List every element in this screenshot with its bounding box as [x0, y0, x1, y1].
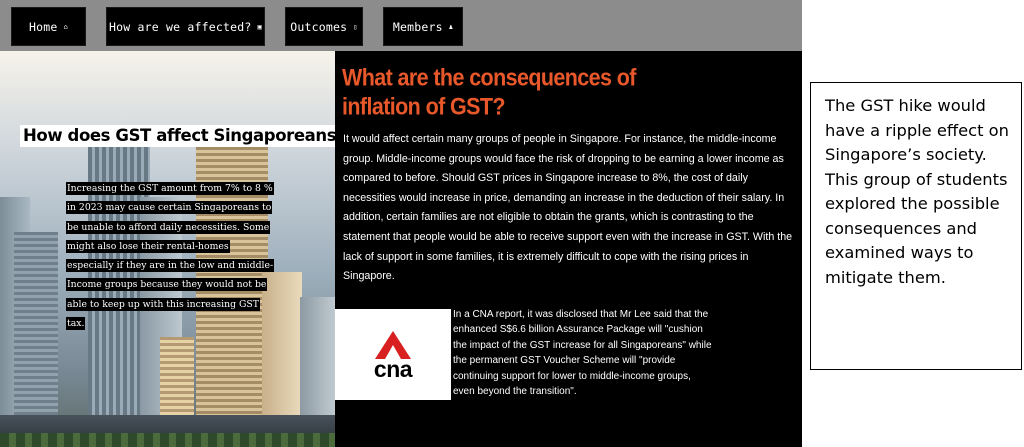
- page-title: What are the consequences of inflation o…: [342, 64, 636, 121]
- hero-text: Increasing the GST amount from 7% to 8 %…: [66, 179, 276, 333]
- callout-box: The GST hike would have a ripple effect …: [810, 82, 1022, 370]
- nav-home-label: Home: [29, 19, 58, 34]
- main-paragraph: It would affect certain many groups of p…: [343, 133, 793, 283]
- document-icon: ▯: [353, 22, 358, 31]
- nav-outcomes-button[interactable]: Outcomes ▯: [285, 7, 363, 46]
- home-icon: ⌂: [63, 22, 68, 31]
- main-content: What are the consequences of inflation o…: [335, 51, 802, 447]
- nav-members-label: Members: [392, 19, 443, 34]
- hero-heading: How does GST affect Singaporeans ?: [20, 125, 335, 147]
- cna-paragraph: In a CNA report, it was disclosed that M…: [453, 309, 712, 398]
- hero-background-image: How does GST affect Singaporeans ? Incre…: [0, 51, 335, 447]
- cna-triangle-icon: [375, 330, 411, 359]
- nav-how-affected-button[interactable]: How are we affected? ▣: [106, 7, 265, 46]
- document-icon: ▣: [257, 22, 262, 31]
- nav-how-affected-label: How are we affected?: [109, 19, 252, 34]
- people-icon: ♟: [448, 22, 454, 31]
- navigation-bar: Home ⌂ How are we affected? ▣ Outcomes ▯…: [0, 0, 802, 51]
- hero-text-content: Increasing the GST amount from 7% to 8 %…: [66, 182, 275, 331]
- nav-home-button[interactable]: Home ⌂: [11, 7, 86, 46]
- cna-logo: cna: [335, 309, 451, 400]
- nav-members-button[interactable]: Members ♟: [383, 7, 463, 46]
- website-screenshot: Home ⌂ How are we affected? ▣ Outcomes ▯…: [0, 0, 802, 447]
- nav-outcomes-label: Outcomes: [290, 19, 348, 34]
- cna-logo-text: cna: [373, 355, 413, 382]
- trees: [0, 433, 335, 447]
